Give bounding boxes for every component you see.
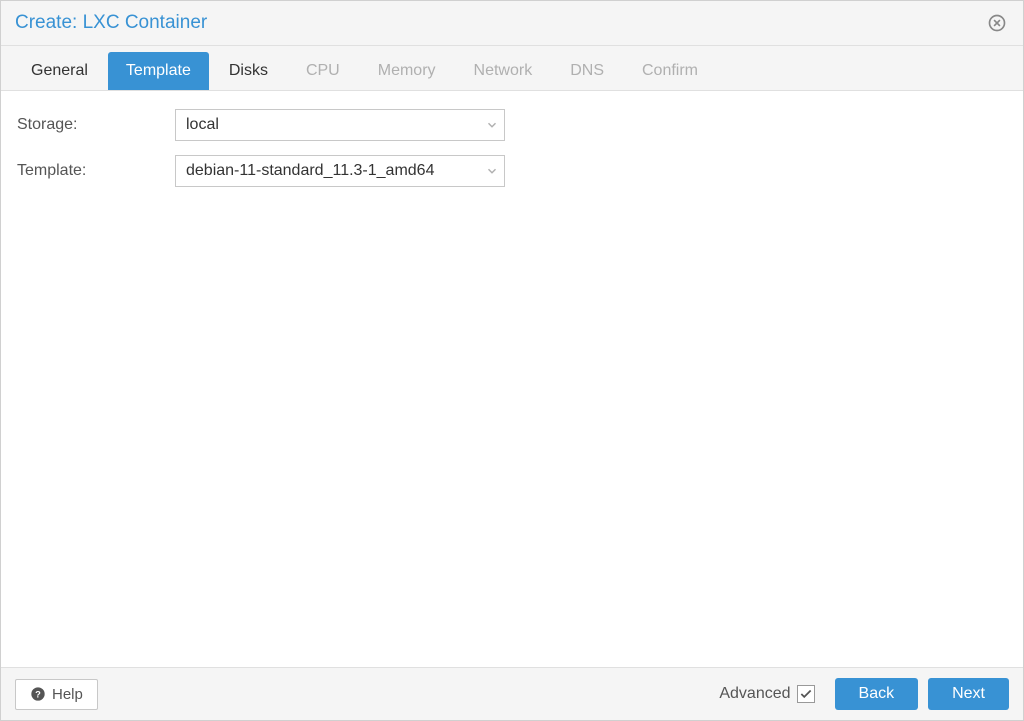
tab-disks[interactable]: Disks (211, 52, 286, 90)
advanced-group: Advanced (719, 685, 814, 703)
storage-label: Storage: (17, 116, 175, 134)
template-label: Template: (17, 162, 175, 180)
template-select[interactable] (175, 155, 505, 187)
storage-select[interactable] (175, 109, 505, 141)
help-button[interactable]: ? Help (15, 679, 98, 710)
tab-template[interactable]: Template (108, 52, 209, 90)
tab-network: Network (456, 52, 551, 90)
tab-general[interactable]: General (13, 52, 106, 90)
advanced-checkbox[interactable] (797, 685, 815, 703)
svg-text:?: ? (35, 689, 41, 699)
footer-right: Advanced Back Next (719, 678, 1009, 710)
close-button[interactable] (985, 11, 1009, 35)
advanced-label: Advanced (719, 685, 790, 703)
close-icon (987, 13, 1007, 33)
tab-cpu: CPU (288, 52, 358, 90)
dialog-title: Create: LXC Container (15, 12, 207, 34)
check-icon (799, 687, 813, 701)
storage-select-wrap[interactable] (175, 109, 505, 141)
tabs-bar: General Template Disks CPU Memory Networ… (1, 46, 1023, 91)
dialog-footer: ? Help Advanced Back Next (1, 667, 1023, 720)
help-icon: ? (30, 686, 46, 702)
next-button[interactable]: Next (928, 678, 1009, 710)
template-select-wrap[interactable] (175, 155, 505, 187)
back-button[interactable]: Back (835, 678, 919, 710)
create-lxc-dialog: Create: LXC Container General Template D… (0, 0, 1024, 721)
template-row: Template: (17, 155, 1007, 187)
titlebar: Create: LXC Container (1, 1, 1023, 46)
tab-dns: DNS (552, 52, 622, 90)
tab-confirm: Confirm (624, 52, 716, 90)
footer-left: ? Help (15, 679, 98, 710)
help-label: Help (52, 686, 83, 703)
tab-memory: Memory (360, 52, 454, 90)
tab-content: Storage: Template: (1, 91, 1023, 667)
storage-row: Storage: (17, 109, 1007, 141)
